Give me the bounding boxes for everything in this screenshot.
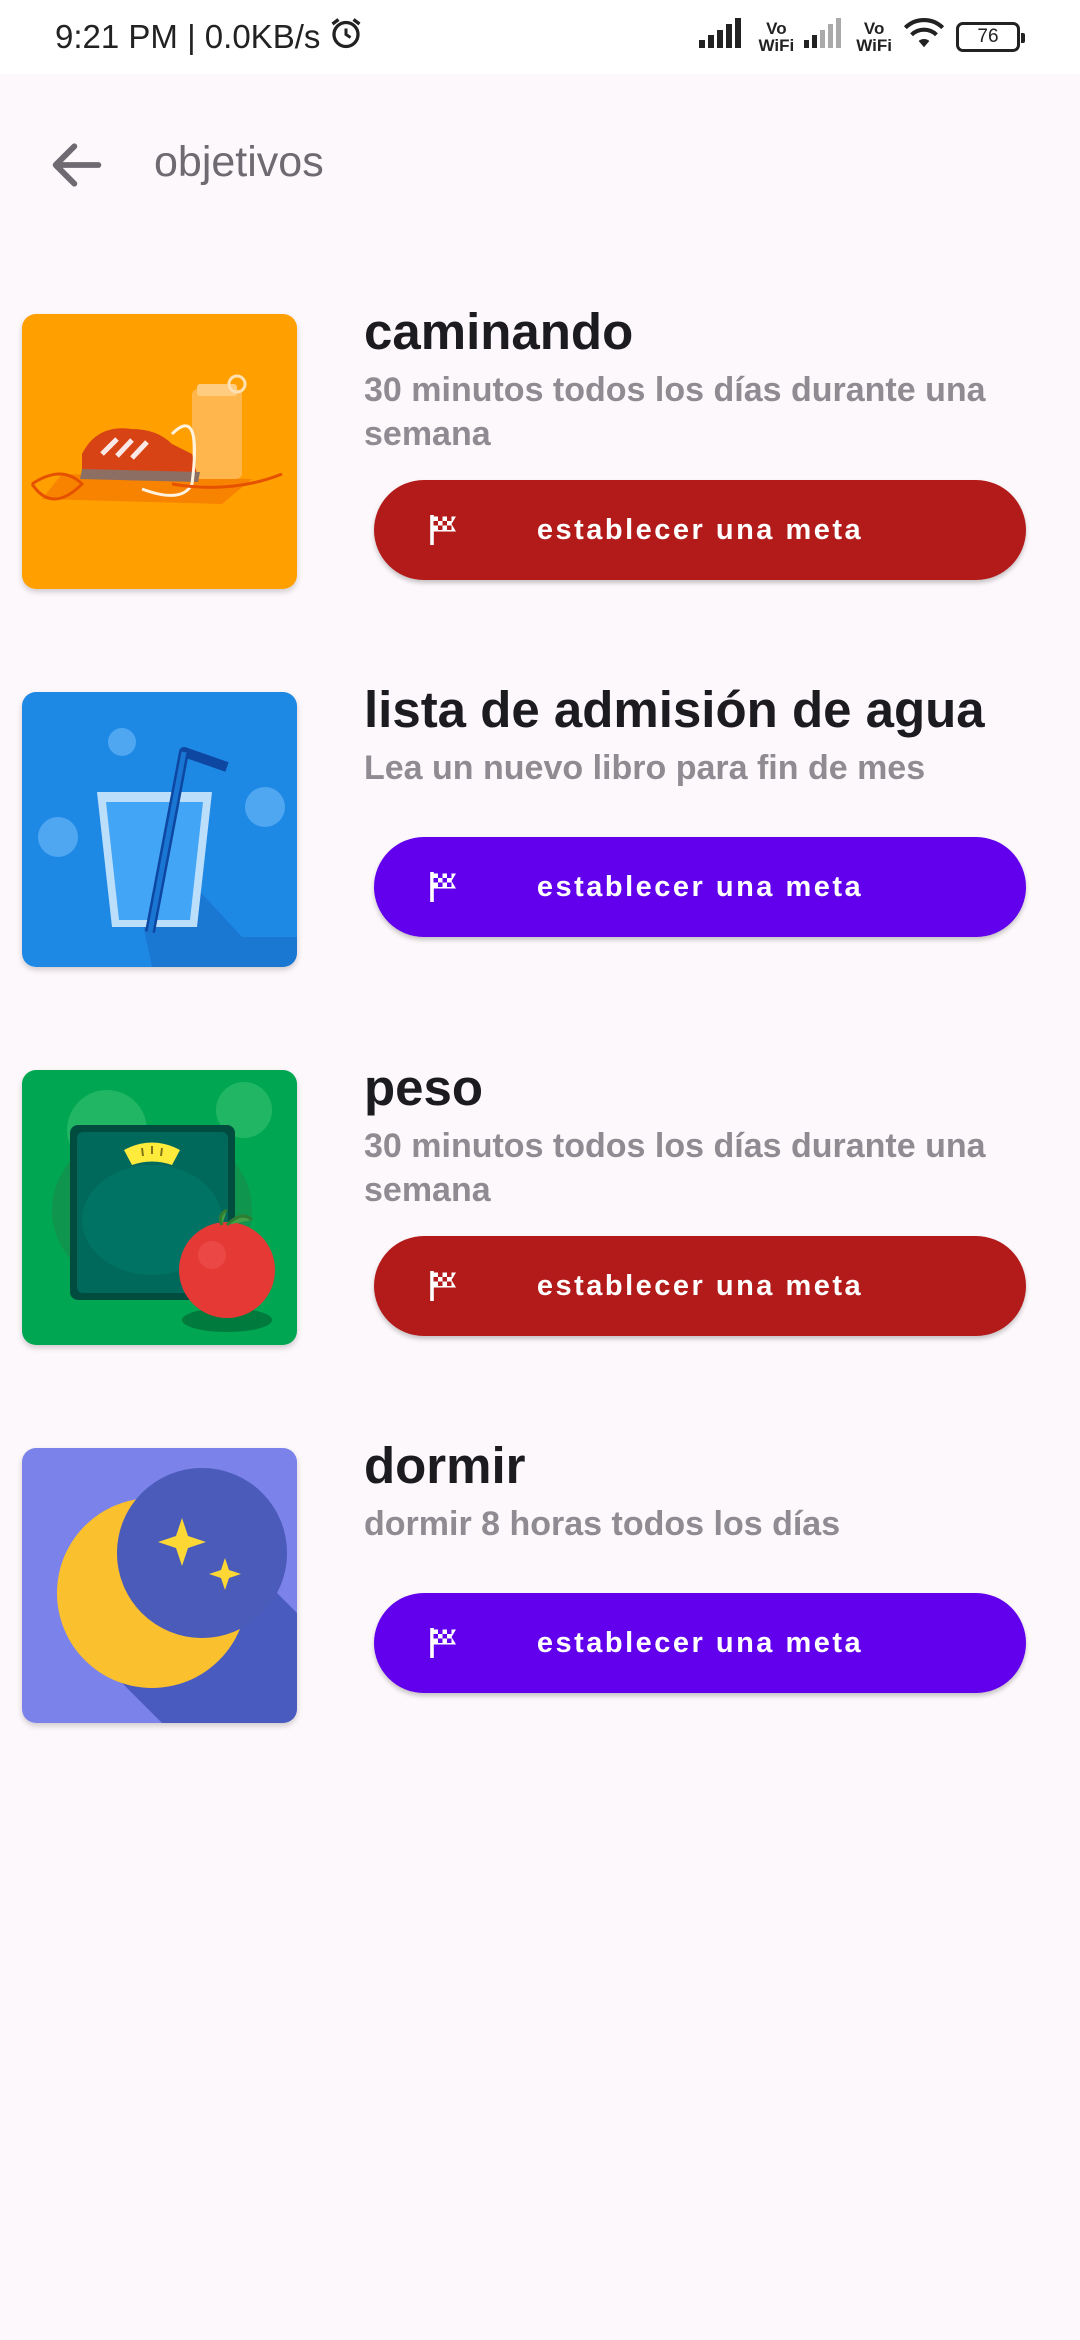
set-goal-button[interactable]: establecer una meta <box>374 837 1026 937</box>
goal-item-sleep: dormir dormir 8 horas todos los días est… <box>0 1437 1080 1728</box>
vowifi-badge: Vo WiFi <box>759 20 795 54</box>
goal-title: caminando <box>364 303 634 360</box>
goal-item-walking: caminando 30 minutos todos los días dura… <box>0 303 1080 594</box>
cell-signal-icon <box>698 18 749 56</box>
vowifi-bottom: WiFi <box>856 36 892 55</box>
back-button[interactable] <box>42 132 112 202</box>
app-header: objetivos <box>0 114 1080 218</box>
set-goal-label: establecer una meta <box>536 513 864 546</box>
set-goal-label: establecer una meta <box>536 1626 864 1659</box>
alarm-clock-icon <box>328 15 364 59</box>
set-goal-label: establecer una meta <box>536 870 864 903</box>
arrow-left-icon <box>45 133 109 202</box>
checkered-flag-icon <box>426 1625 462 1661</box>
goal-title: lista de admisión de agua <box>364 681 985 738</box>
page-title: objetivos <box>154 138 324 186</box>
vowifi-bottom: WiFi <box>758 36 795 55</box>
vowifi-top: Vo <box>766 19 787 38</box>
walking-image <box>22 314 297 589</box>
checkered-flag-icon <box>426 869 462 905</box>
weight-scale-image <box>22 1070 297 1345</box>
checkered-flag-icon <box>426 512 462 548</box>
battery-indicator: 76 <box>956 22 1025 52</box>
water-glass-image <box>22 692 297 967</box>
status-left: 9:21 PM | 0.0KB/s <box>55 15 364 59</box>
goal-description: 30 minutos todos los días durante una se… <box>364 1127 986 1209</box>
goal-title: dormir <box>364 1437 526 1494</box>
set-goal-button[interactable]: establecer una meta <box>374 1593 1026 1693</box>
goal-item-weight: peso 30 minutos todos los días durante u… <box>0 1059 1080 1350</box>
status-bar: 9:21 PM | 0.0KB/s Vo WiFi Vo WiFi 76 <box>0 0 1080 74</box>
set-goal-button[interactable]: establecer una meta <box>374 1236 1026 1336</box>
wifi-icon <box>902 17 946 57</box>
goal-description: dormir 8 horas todos los días <box>364 1505 841 1543</box>
status-right: Vo WiFi Vo WiFi 76 <box>698 17 1025 57</box>
set-goal-label: establecer una meta <box>536 1269 864 1302</box>
goal-description: 30 minutos todos los días durante una se… <box>364 371 986 453</box>
status-time: 9:21 PM | 0.0KB/s <box>55 18 321 55</box>
set-goal-button[interactable]: establecer una meta <box>374 480 1026 580</box>
vowifi-top: Vo <box>863 19 885 38</box>
vowifi-badge: Vo WiFi <box>856 20 892 54</box>
goal-title: peso <box>364 1059 484 1116</box>
cell-signal-icon <box>804 18 846 56</box>
moon-image <box>22 1448 297 1723</box>
goal-item-water: lista de admisión de agua Lea un nuevo l… <box>0 681 1080 972</box>
checkered-flag-icon <box>426 1268 462 1304</box>
goal-description: Lea un nuevo libro para fin de mes <box>364 749 926 787</box>
